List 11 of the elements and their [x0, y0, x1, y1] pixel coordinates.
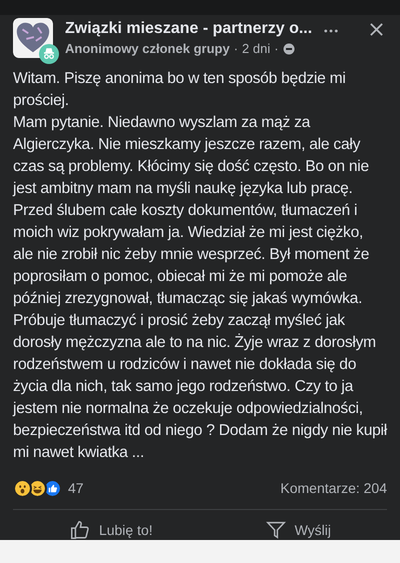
comment-count[interactable]: Komentarze: 204	[280, 478, 387, 499]
send-button[interactable]: Wyślij	[256, 515, 340, 545]
like-button[interactable]: Lubię to!	[60, 515, 161, 545]
separator: ·	[234, 40, 238, 58]
reaction-count[interactable]: 47	[68, 478, 84, 499]
author-name[interactable]: Anonimowy członek grupy	[65, 40, 230, 58]
separator: ·	[274, 40, 279, 58]
post-time[interactable]: 2 dni	[242, 40, 270, 58]
post-text: Mam pytanie. Niedawno wyszlam za mąż za Algierczyka. Nie mieszkamy jeszcze razem, ale cały czas są problemy. Kłócimy się dość często. Bo on nie jest ambitny mam na myśli naukę języka lub pracę. Przed ślubem całe koszty dokumentów, tłumaczeń i moich wiz pokrywałam ja. Wiedział że mi jest ciężko, ale nie zrobił nic żeby mnie wesprzeć. Był moment że poprosiłam o pomoc, obiecał mi że mi pomoże ale później zrezygnował, tłumacząc się jakaś wymówka. Próbuje tłumaczyć i prosić żeby zaczął myśleć jak dorosły mężczyzna ale to na nic. Żyje wraz z dorosłym rodzeństwem u rodziców i nawet nie dokłada się do życia dla nich, tak samo jego rodzeństwo. Czy to ja jestem nie normalna że oczekuje odpowiedzialności, bezpieczeństwa itd od niego ? Dodam że nigdy nie kupił mi nawet kwiatka ...	[13, 113, 387, 463]
post-text: Witam. Piszę anonima bo w ten sposób będzie mi prościej.	[13, 69, 347, 111]
group-title[interactable]: Związki mieszane - partnerzy o...	[65, 18, 317, 40]
